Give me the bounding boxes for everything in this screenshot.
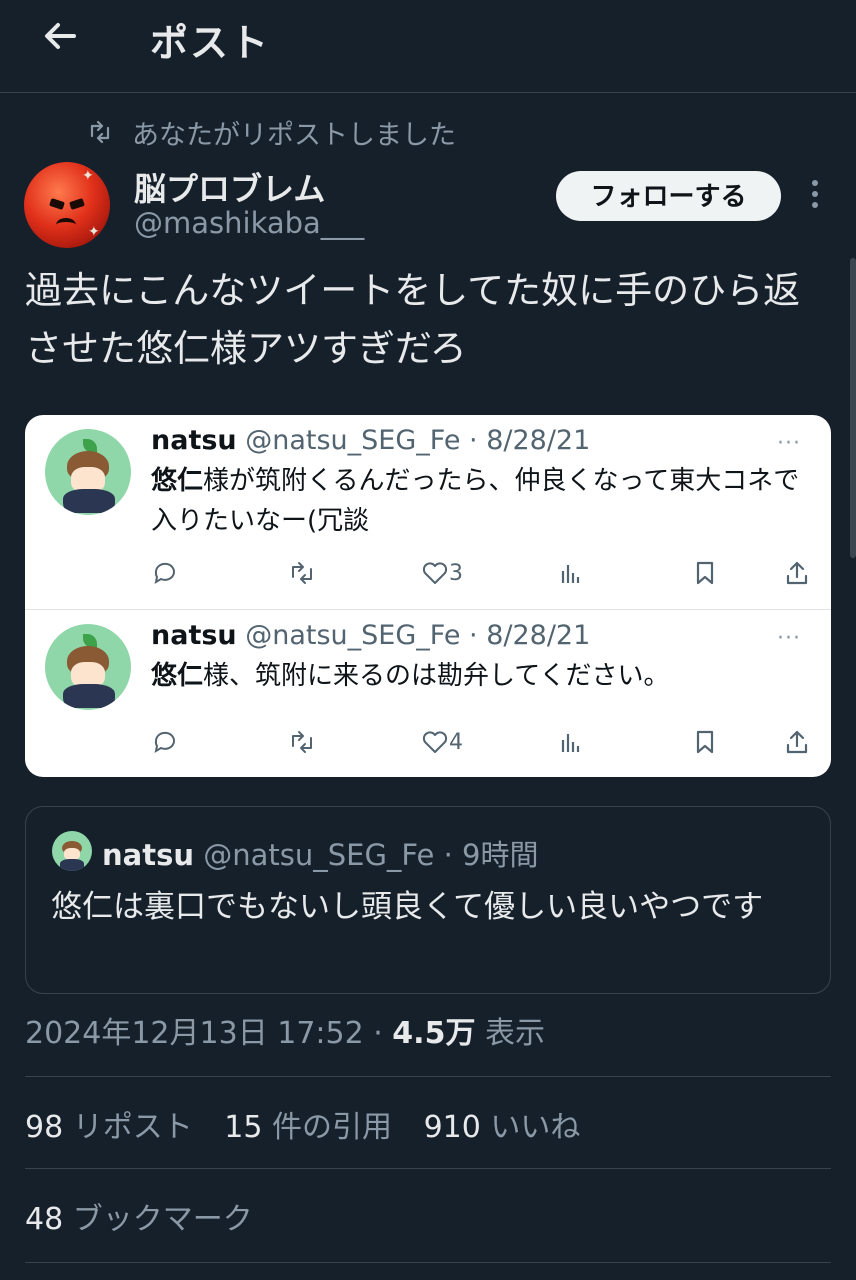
post-actions: 4 [151, 724, 831, 760]
more-vertical-icon[interactable] [808, 180, 822, 216]
quoted-header: natsu @natsu_SEG_Fe · 9時間 [102, 832, 538, 874]
reposts-label: リポスト [63, 1110, 193, 1145]
analytics-icon [557, 724, 585, 760]
tweet-text: 過去にこんなツイートをしてた奴に手のひら返させた悠仁様アツすぎだろ [25, 269, 801, 370]
post-avatar [45, 624, 131, 710]
reposts-stat[interactable]: 98 リポスト [25, 1110, 193, 1145]
image-post: natsu @natsu_SEG_Fe · 8/28/21 ··· 悠仁様が筑附… [25, 415, 831, 608]
divider [25, 1076, 831, 1077]
bookmarks-stat[interactable]: 48 ブックマーク [25, 1194, 253, 1238]
post-text: 悠仁様が筑附くるんだったら、仲良くなって東大コネで入りたいなー(冗談 [151, 461, 811, 541]
tweet-timestamp: 2024年12月13日 17:52 · 4.5万 表示 [25, 1008, 545, 1052]
avatar-mouth [56, 218, 76, 232]
divider [25, 1168, 831, 1169]
more-horizontal-icon: ··· [777, 431, 801, 456]
likes-label: いいね [480, 1110, 581, 1145]
author-avatar[interactable]: ✦ ✦ [24, 162, 110, 248]
like-button: 3 [421, 555, 463, 591]
author-name[interactable]: 脳プロブレム [134, 164, 325, 210]
divider [25, 1262, 831, 1263]
bookmark-icon [691, 724, 719, 760]
follow-button[interactable]: フォローする [556, 171, 781, 221]
repost-icon [90, 120, 110, 144]
quoted-avatar [52, 831, 92, 871]
bookmarks-count: 48 [25, 1202, 64, 1237]
post-meta: @natsu_SEG_Fe · 8/28/21 [245, 425, 591, 456]
post-meta: @natsu_SEG_Fe · 8/28/21 [245, 620, 591, 651]
quotes-label: 件の引用 [262, 1110, 393, 1145]
post-text-bold: 悠仁 [151, 661, 204, 691]
post-text: 悠仁様、筑附に来るのは勘弁してください。 [151, 656, 811, 696]
retweet-icon [287, 555, 317, 591]
image-post: natsu @natsu_SEG_Fe · 8/28/21 ··· 悠仁様、筑附… [25, 609, 831, 777]
post-header: natsu @natsu_SEG_Fe · 8/28/21 [151, 425, 590, 456]
repost-label: あなたがリポストしました [132, 119, 456, 151]
quoted-author-name: natsu [102, 838, 194, 872]
like-button: 4 [421, 724, 463, 760]
post-text-rest: 様、筑附に来るのは勘弁してください。 [203, 661, 670, 691]
repost-indicator[interactable]: あなたがリポストしました [86, 112, 456, 152]
quoted-text: 悠仁は裏口でもないし頭良くて優しい良いやつです [51, 889, 764, 925]
reposts-count: 98 [25, 1110, 64, 1145]
quotes-stat[interactable]: 15 件の引用 [224, 1110, 392, 1145]
post-author-name: natsu [151, 425, 237, 456]
like-count: 4 [449, 729, 463, 755]
like-count: 3 [449, 560, 463, 586]
more-horizontal-icon: ··· [777, 626, 801, 651]
post-header: natsu @natsu_SEG_Fe · 8/28/21 [151, 620, 590, 651]
heart-icon [422, 731, 448, 753]
reply-icon [151, 555, 179, 591]
reply-icon [151, 724, 179, 760]
page-title: ポスト [150, 21, 271, 65]
view-count: 4.5万 [392, 1016, 476, 1051]
analytics-icon [557, 555, 585, 591]
avatar-eye [49, 198, 65, 210]
bookmark-icon [691, 555, 719, 591]
post-text-rest: 様が筑附くるんだったら、仲良くなって東大コネで入りたいなー(冗談 [151, 466, 800, 536]
scrollbar[interactable] [850, 258, 856, 558]
share-icon [783, 555, 811, 591]
avatar-eye [69, 198, 85, 210]
post-actions: 3 [151, 555, 831, 591]
retweet-icon [287, 724, 317, 760]
quoted-tweet[interactable]: natsu @natsu_SEG_Fe · 9時間 悠仁は裏口でもないし頭良くて… [25, 806, 831, 994]
quoted-meta: @natsu_SEG_Fe · 9時間 [203, 838, 539, 872]
attached-image[interactable]: natsu @natsu_SEG_Fe · 8/28/21 ··· 悠仁様が筑附… [25, 415, 831, 777]
post-avatar [45, 429, 131, 515]
share-icon [783, 724, 811, 760]
likes-count: 910 [423, 1110, 481, 1145]
heart-icon [422, 562, 448, 584]
avatar-spark: ✦ [82, 168, 94, 184]
post-author-name: natsu [151, 620, 237, 651]
quotes-count: 15 [224, 1110, 263, 1145]
view-label: 表示 [475, 1016, 545, 1051]
author-handle[interactable]: @mashikaba___ [134, 206, 364, 240]
likes-stat[interactable]: 910 いいね [424, 1110, 581, 1145]
post-text-bold: 悠仁 [151, 466, 204, 496]
back-arrow-icon[interactable] [36, 12, 84, 60]
top-bar: ポスト [0, 0, 856, 93]
engagement-stats: 98 リポスト 15 件の引用 910 いいね [25, 1102, 580, 1146]
timestamp-date[interactable]: 2024年12月13日 17:52 · [25, 1016, 392, 1051]
avatar-spark: ✦ [88, 224, 100, 240]
bookmarks-label: ブックマーク [63, 1202, 253, 1237]
